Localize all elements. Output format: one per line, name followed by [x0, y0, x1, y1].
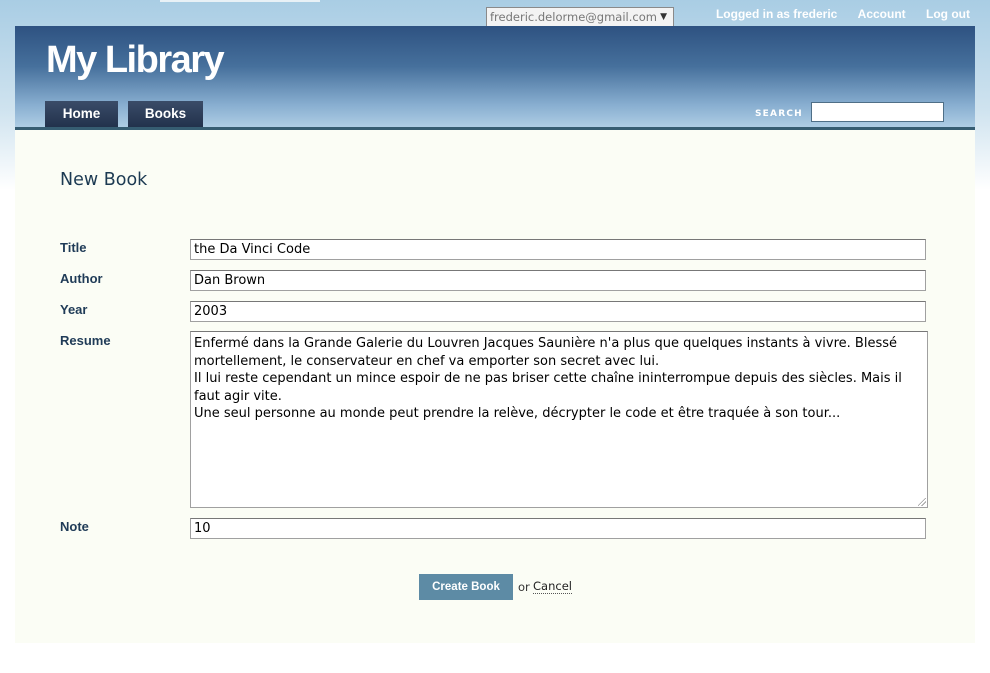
year-label: Year [60, 302, 88, 317]
cancel-link[interactable]: Cancel [533, 580, 572, 594]
resume-paragraph: Une seul personne au monde peut prendre … [194, 406, 841, 421]
or-text: or [518, 580, 530, 594]
resume-label: Resume [60, 333, 111, 348]
resume-paragraph: Enfermé dans la Grande Galerie du Louvre… [194, 336, 898, 369]
title-label: Title [60, 240, 87, 255]
site-header: My Library Home Books SEARCH [15, 26, 975, 130]
page-title: New Book [60, 170, 148, 190]
resume-textarea[interactable]: Enfermé dans la Grande Galerie du Louvre… [190, 331, 928, 508]
search-label: SEARCH [755, 109, 803, 119]
author-field[interactable]: Dan Brown [190, 270, 926, 291]
top-links: Logged in as frederic Account Log out [699, 7, 970, 21]
author-label: Author [60, 271, 103, 286]
year-field[interactable]: 2003 [190, 301, 926, 322]
top-strip [160, 0, 320, 2]
resume-paragraph: Il lui reste cependant un mince espoir d… [194, 371, 902, 404]
site-logo[interactable]: My Library [46, 39, 225, 82]
resize-grip-icon[interactable] [918, 498, 926, 506]
account-select[interactable]: frederic.delorme@gmail.com ▼ [486, 7, 674, 27]
account-link[interactable]: Account [858, 7, 906, 21]
logout-link[interactable]: Log out [926, 7, 970, 21]
note-field[interactable]: 10 [190, 518, 926, 539]
chevron-down-icon: ▼ [660, 12, 667, 22]
account-select-value: frederic.delorme@gmail.com [490, 10, 657, 24]
create-book-button[interactable]: Create Book [419, 574, 513, 600]
logged-in-text: Logged in as frederic [715, 7, 838, 21]
main-content: New Book Title the Da Vinci Code Author … [15, 130, 975, 643]
nav-tab-books[interactable]: Books [128, 101, 203, 127]
search-input[interactable] [811, 102, 944, 122]
nav-tab-home[interactable]: Home [45, 101, 118, 127]
title-field[interactable]: the Da Vinci Code [190, 239, 926, 260]
note-label: Note [60, 519, 89, 534]
